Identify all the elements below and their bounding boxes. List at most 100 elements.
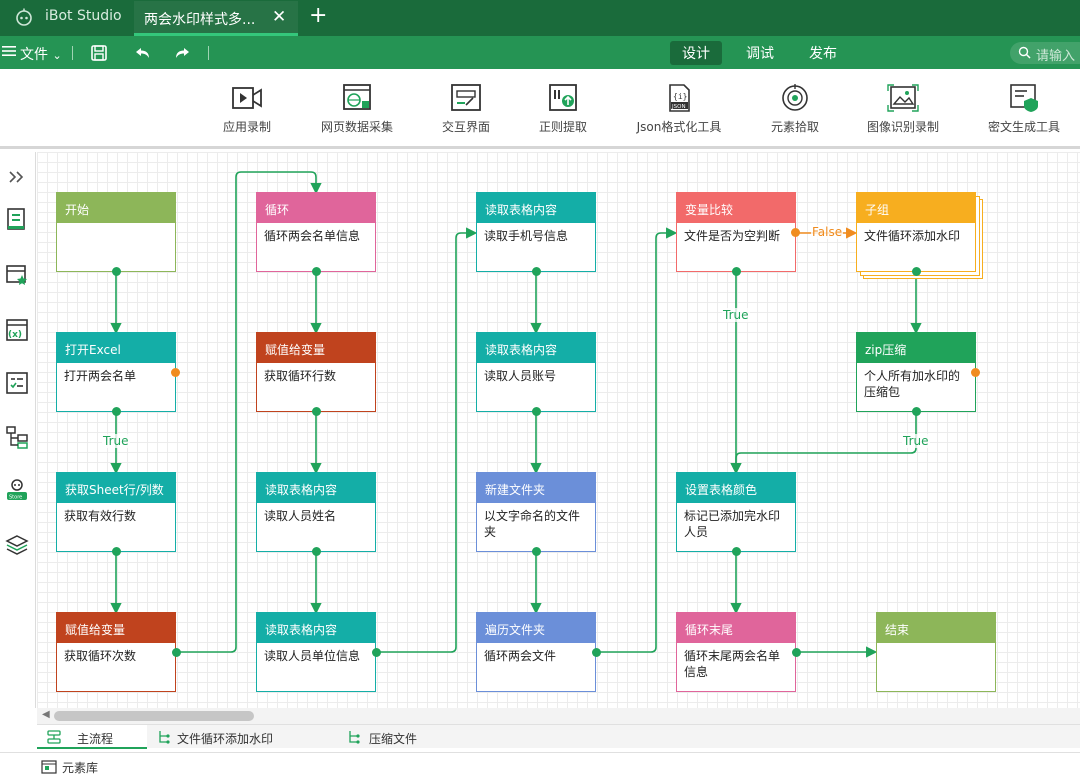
output-port[interactable] xyxy=(312,547,321,556)
output-port[interactable] xyxy=(532,407,541,416)
search-placeholder: 请输入 xyxy=(1036,49,1076,64)
node-get-sheet-rows[interactable]: 获取Sheet行/列数 获取有效行数 xyxy=(56,472,176,552)
node-subgroup[interactable]: 子组 文件循环添加水印 xyxy=(856,192,976,272)
tool-web-scrape[interactable]: 网页数据采集 xyxy=(302,83,412,143)
checklist-icon[interactable] xyxy=(4,370,30,396)
tool-regex-extract[interactable]: 正则提取 xyxy=(508,83,618,143)
output-port[interactable] xyxy=(792,648,801,657)
menu-bar: 文件 ⌄ 设计 调试 发布 请输入 xyxy=(0,36,1080,69)
node-assign-variable[interactable]: 赋值给变量 获取循环次数 xyxy=(56,612,176,692)
node-assign-variable[interactable]: 赋值给变量 获取循环行数 xyxy=(256,332,376,412)
menu-divider xyxy=(208,46,209,60)
tree-structure-icon[interactable] xyxy=(4,424,30,450)
node-iterate-folder[interactable]: 遍历文件夹 循环两会文件 xyxy=(476,612,596,692)
tab-publish[interactable]: 发布 xyxy=(797,41,849,65)
output-port[interactable] xyxy=(732,267,741,276)
store-icon[interactable]: Store xyxy=(4,477,30,503)
node-loop[interactable]: 循环 循环两会名单信息 xyxy=(256,192,376,272)
output-port[interactable] xyxy=(312,407,321,416)
tool-label: 密文生成工具 xyxy=(987,120,1060,134)
node-read-cell[interactable]: 读取表格内容 读取手机号信息 xyxy=(476,192,596,272)
variables-icon[interactable]: (x) xyxy=(4,317,30,343)
expand-panel-icon[interactable] xyxy=(4,164,30,190)
node-set-cell-color[interactable]: 设置表格颜色 标记已添加完水印人员 xyxy=(676,472,796,552)
new-tab-icon[interactable]: + xyxy=(309,3,327,28)
close-tab-icon[interactable]: ✕ xyxy=(272,7,286,27)
output-port[interactable] xyxy=(912,267,921,276)
error-port[interactable] xyxy=(971,368,980,377)
horizontal-scrollbar[interactable]: ◀ xyxy=(37,708,1080,724)
node-title: 打开Excel xyxy=(57,333,175,363)
tool-element-pick[interactable]: 元素拾取 xyxy=(740,83,850,143)
image-recognize-icon xyxy=(887,84,919,112)
output-port[interactable] xyxy=(732,547,741,556)
tab-watermark-subflow[interactable]: 文件循环添加水印 xyxy=(147,725,337,749)
favorites-icon[interactable] xyxy=(4,262,30,288)
json-file-icon: {i} JSON xyxy=(669,84,690,112)
tool-cipher-generate[interactable]: 密文生成工具 xyxy=(969,83,1079,143)
scroll-left-icon[interactable]: ◀ xyxy=(42,709,50,720)
layers-icon[interactable] xyxy=(4,532,30,558)
node-read-cell[interactable]: 读取表格内容 读取人员姓名 xyxy=(256,472,376,552)
hamburger-icon[interactable] xyxy=(2,44,16,58)
output-port[interactable] xyxy=(372,648,381,657)
node-open-excel[interactable]: 打开Excel 打开两会名单 xyxy=(56,332,176,412)
error-port[interactable] xyxy=(171,368,180,377)
file-menu[interactable]: 文件 ⌄ xyxy=(20,44,62,64)
svg-text:Store: Store xyxy=(9,495,22,501)
node-read-cell[interactable]: 读取表格内容 读取人员单位信息 xyxy=(256,612,376,692)
node-zip-compress[interactable]: zip压缩 个人所有加水印的压缩包 xyxy=(856,332,976,412)
tool-interactive-ui[interactable]: 交互界面 xyxy=(411,83,521,143)
output-port[interactable] xyxy=(912,407,921,416)
false-port[interactable] xyxy=(791,228,800,237)
edge-label-true: True xyxy=(902,434,930,448)
node-description: 循环两会名单信息 xyxy=(264,229,361,243)
output-port[interactable] xyxy=(312,267,321,276)
node-start[interactable]: 开始 xyxy=(56,192,176,272)
node-read-cell[interactable]: 读取表格内容 读取人员账号 xyxy=(476,332,596,412)
node-title: 遍历文件夹 xyxy=(477,613,595,643)
node-compare-variable[interactable]: 变量比较 文件是否为空判断 xyxy=(676,192,796,272)
scrollbar-thumb[interactable] xyxy=(54,711,254,721)
menu-divider xyxy=(72,46,73,60)
node-new-folder[interactable]: 新建文件夹 以文字命名的文件夹 xyxy=(476,472,596,552)
tab-main-flow[interactable]: 主流程 xyxy=(37,725,147,749)
output-port[interactable] xyxy=(592,648,601,657)
target-pick-icon xyxy=(782,84,808,111)
node-title: 设置表格颜色 xyxy=(677,473,795,503)
tool-label: 交互界面 xyxy=(441,120,490,134)
node-description: 读取人员姓名 xyxy=(264,509,337,523)
output-port[interactable] xyxy=(112,407,121,416)
flow-canvas[interactable]: 开始 打开Excel 打开两会名单 获取Sheet行/列数 获取有效行数 赋值给… xyxy=(37,152,1080,708)
tab-design[interactable]: 设计 xyxy=(670,41,722,65)
output-port[interactable] xyxy=(532,547,541,556)
element-library-bar[interactable]: 元素库 xyxy=(0,752,1080,776)
node-end[interactable]: 结束 xyxy=(876,612,996,692)
tool-image-recognize[interactable]: 图像识别录制 xyxy=(848,83,958,143)
node-description: 个人所有加水印的压缩包 xyxy=(864,369,961,399)
activity-list-icon[interactable] xyxy=(4,206,30,232)
tool-json-format[interactable]: {i} JSON Json格式化工具 xyxy=(624,83,734,143)
web-scrape-icon xyxy=(343,84,371,110)
node-title: 获取Sheet行/列数 xyxy=(57,473,175,503)
node-loop-end[interactable]: 循环末尾 循环末尾两会名单信息 xyxy=(676,612,796,692)
output-port[interactable] xyxy=(532,267,541,276)
tool-label: 图像识别录制 xyxy=(866,120,939,134)
search-input[interactable]: 请输入 xyxy=(1010,42,1080,64)
tab-debug[interactable]: 调试 xyxy=(734,41,786,65)
chevron-down-icon: ⌄ xyxy=(52,49,62,62)
undo-icon[interactable] xyxy=(132,43,152,63)
form-ui-icon xyxy=(451,84,481,111)
output-port[interactable] xyxy=(172,648,181,657)
tool-app-record[interactable]: 应用录制 xyxy=(192,83,302,143)
output-port[interactable] xyxy=(112,547,121,556)
tab-compress-subflow[interactable]: 压缩文件 xyxy=(337,725,447,749)
node-title: 变量比较 xyxy=(677,193,795,223)
redo-icon[interactable] xyxy=(173,43,193,63)
output-port[interactable] xyxy=(112,267,121,276)
node-title: 赋值给变量 xyxy=(57,613,175,643)
node-title: 子组 xyxy=(857,193,975,223)
save-icon[interactable] xyxy=(89,43,109,63)
node-title: 赋值给变量 xyxy=(257,333,375,363)
document-tab[interactable]: 两会水印样式多... ✕ xyxy=(134,1,298,36)
